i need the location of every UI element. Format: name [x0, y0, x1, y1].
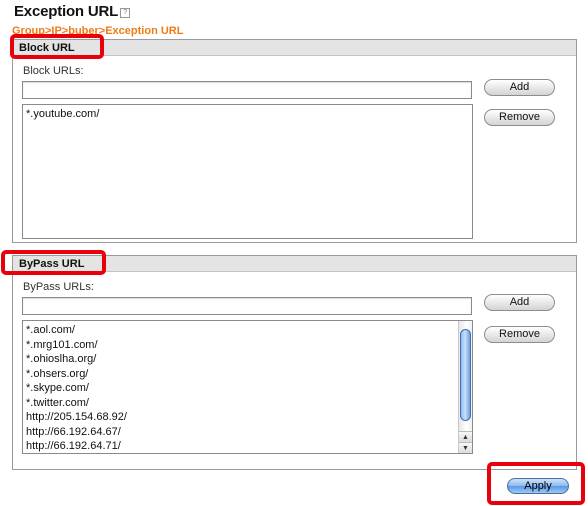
- block-url-input[interactable]: [22, 81, 472, 99]
- list-item[interactable]: *.twitter.com/: [26, 396, 454, 411]
- list-item[interactable]: *.ohioslha.org/: [26, 352, 454, 367]
- list-item[interactable]: *.aol.com/: [26, 323, 454, 338]
- help-icon[interactable]: ?: [120, 8, 131, 18]
- list-item[interactable]: *.youtube.com/: [26, 107, 469, 122]
- list-item[interactable]: http://205.154.68.92/: [26, 410, 454, 425]
- block-urls-label: Block URLs:: [23, 65, 84, 77]
- bypass-url-header: ByPass URL: [13, 256, 576, 272]
- bypass-urls-label: ByPass URLs:: [23, 281, 94, 293]
- block-add-button[interactable]: Add: [484, 79, 555, 96]
- bypass-add-button[interactable]: Add: [484, 294, 555, 311]
- bypass-url-list[interactable]: *.aol.com/*.mrg101.com/*.ohioslha.org/*.…: [22, 320, 473, 454]
- block-url-panel: Block URL Block URLs: Add Remove *.youtu…: [12, 39, 577, 243]
- list-item[interactable]: *.mrg101.com/: [26, 338, 454, 353]
- list-item[interactable]: *.ohsers.org/: [26, 367, 454, 382]
- breadcrumb[interactable]: Group>IP>buber>Exception URL: [12, 25, 183, 37]
- apply-button[interactable]: Apply: [507, 478, 569, 494]
- page-title-text: Exception URL: [14, 3, 119, 20]
- bypass-list-scrollbar[interactable]: ▲ ▼: [458, 321, 472, 453]
- page-title: Exception URL?: [14, 3, 131, 20]
- block-url-list[interactable]: *.youtube.com/: [22, 104, 473, 239]
- bypass-remove-button[interactable]: Remove: [484, 326, 555, 343]
- block-url-header: Block URL: [13, 40, 576, 56]
- bypass-url-input[interactable]: [22, 297, 472, 315]
- scrollbar-thumb[interactable]: [460, 329, 471, 421]
- scroll-up-arrow-icon[interactable]: ▲: [459, 431, 472, 442]
- bypass-url-panel: ByPass URL ByPass URLs: Add Remove *.aol…: [12, 255, 577, 470]
- list-item[interactable]: *.skype.com/: [26, 381, 454, 396]
- block-remove-button[interactable]: Remove: [484, 109, 555, 126]
- scroll-down-arrow-icon[interactable]: ▼: [459, 442, 472, 453]
- list-item[interactable]: http://66.192.64.71/: [26, 439, 454, 453]
- list-item[interactable]: http://66.192.64.67/: [26, 425, 454, 440]
